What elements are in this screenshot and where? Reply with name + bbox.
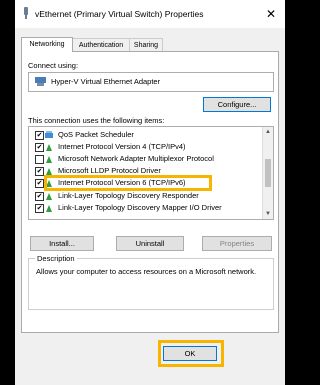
- items-label: This connection uses the following items…: [28, 116, 165, 125]
- list-item[interactable]: ✔ Link-Layer Topology Discovery Responde…: [29, 191, 261, 201]
- tab-authentication[interactable]: Authentication: [72, 38, 130, 52]
- scroll-up-icon[interactable]: ▲: [263, 127, 273, 137]
- protocol-icon: [46, 205, 52, 212]
- scheduler-icon: [45, 131, 53, 138]
- list-item[interactable]: Microsoft Network Adapter Multiplexor Pr…: [29, 154, 261, 164]
- description-text: Allows your computer to access resources…: [36, 267, 257, 276]
- close-button[interactable]: ✕: [261, 4, 281, 24]
- components-list: ✔ QoS Packet Scheduler ✔ Internet Protoc…: [28, 126, 274, 220]
- list-item[interactable]: ✔ Internet Protocol Version 4 (TCP/IPv4): [29, 142, 261, 152]
- ok-highlight: [158, 340, 224, 367]
- ipv6-highlight: [44, 175, 212, 191]
- protocol-icon: [46, 156, 52, 163]
- item-label: QoS Packet Scheduler: [58, 130, 134, 139]
- title-bar: vEthernet (Primary Virtual Switch) Prope…: [15, 0, 285, 28]
- list-item[interactable]: ✔ Link-Layer Topology Discovery Mapper I…: [29, 203, 261, 213]
- connect-using-label: Connect using:: [28, 61, 79, 70]
- checkbox[interactable]: ✔: [35, 143, 44, 152]
- tab-networking[interactable]: Networking: [21, 37, 73, 52]
- item-label: Microsoft Network Adapter Multiplexor Pr…: [58, 154, 214, 163]
- protocol-icon: [46, 168, 52, 175]
- checkbox[interactable]: ✔: [35, 131, 44, 140]
- tab-sharing[interactable]: Sharing: [129, 38, 163, 52]
- protocol-icon: [46, 193, 52, 200]
- window-title: vEthernet (Primary Virtual Switch) Prope…: [35, 9, 204, 19]
- adapter-icon: [35, 77, 46, 86]
- description-group: Description Allows your computer to acce…: [28, 254, 274, 310]
- adapter-field: Hyper-V Virtual Ethernet Adapter: [28, 72, 274, 92]
- checkbox[interactable]: ✔: [35, 204, 44, 213]
- scroll-down-icon[interactable]: ▼: [263, 209, 273, 219]
- checkbox[interactable]: ✔: [35, 167, 44, 176]
- adapter-name: Hyper-V Virtual Ethernet Adapter: [51, 77, 161, 86]
- item-label: Link-Layer Topology Discovery Mapper I/O…: [58, 203, 222, 212]
- item-label: Internet Protocol Version 4 (TCP/IPv4): [58, 142, 186, 151]
- scroll-thumb[interactable]: [265, 159, 271, 187]
- checkbox[interactable]: ✔: [35, 192, 44, 201]
- description-legend: Description: [35, 254, 77, 263]
- checkbox[interactable]: [35, 155, 44, 164]
- configure-button[interactable]: Configure...: [203, 97, 271, 112]
- list-item[interactable]: ✔ QoS Packet Scheduler: [29, 130, 261, 140]
- network-adapter-icon: [24, 7, 28, 19]
- properties-button[interactable]: Properties: [202, 236, 272, 251]
- vertical-scrollbar[interactable]: ▲ ▼: [262, 127, 273, 219]
- checkbox[interactable]: ✔: [35, 179, 44, 188]
- protocol-icon: [46, 144, 52, 151]
- item-label: Link-Layer Topology Discovery Responder: [58, 191, 199, 200]
- install-button[interactable]: Install...: [30, 236, 94, 251]
- properties-dialog: vEthernet (Primary Virtual Switch) Prope…: [15, 0, 285, 385]
- uninstall-button[interactable]: Uninstall: [116, 236, 184, 251]
